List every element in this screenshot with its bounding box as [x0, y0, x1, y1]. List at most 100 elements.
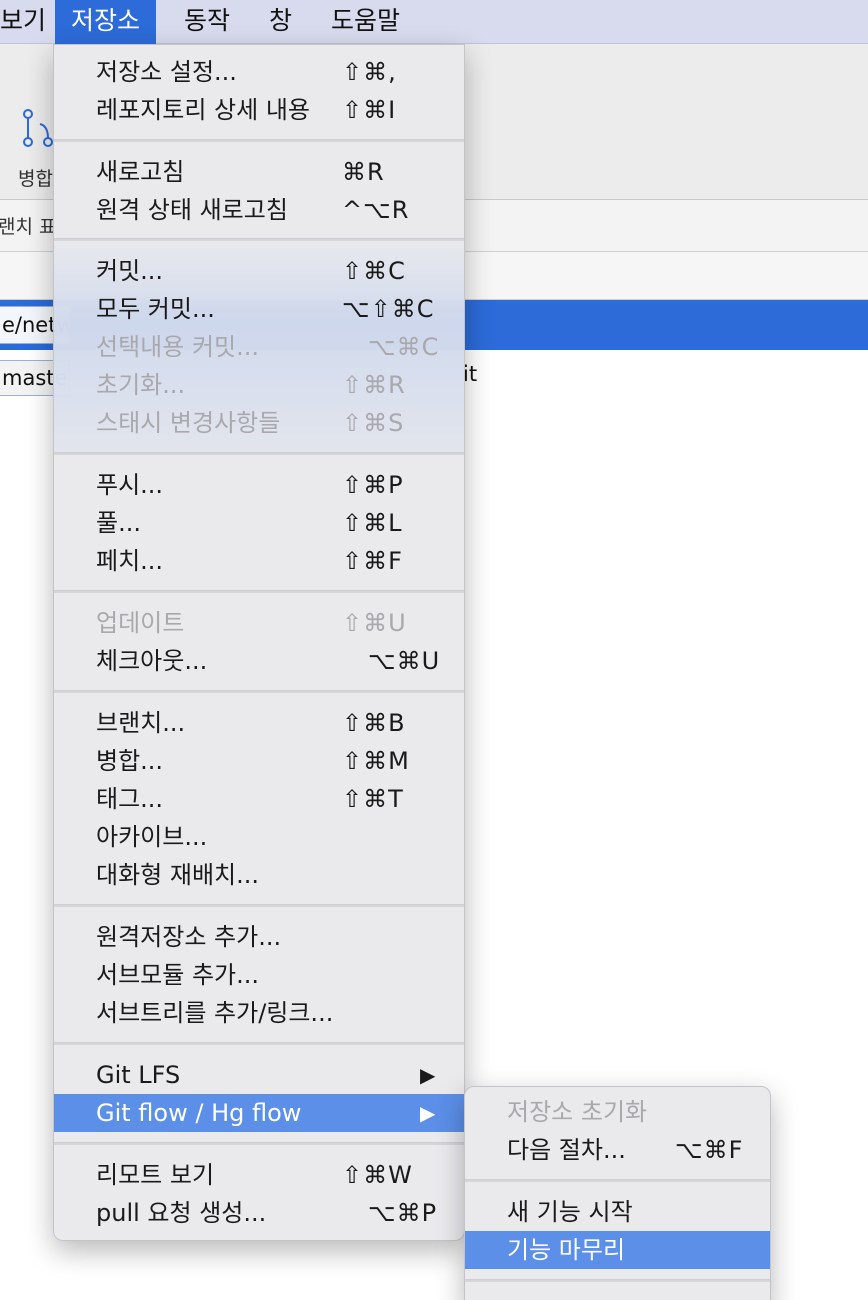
menu-item-label: 리모트 보기 [96, 1161, 215, 1189]
menu-item-shortcut: ⌥⌘U [368, 647, 441, 675]
menu-item-label: Git LFS [96, 1061, 181, 1089]
menu-item-fetch[interactable]: 페치... ⇧⌘F [54, 542, 464, 580]
menu-item-shortcut: ⇧⌘U [342, 609, 407, 637]
menu-item-shortcut: ^⌥R [342, 196, 410, 224]
menu-item-shortcut: ⇧⌘P [342, 471, 404, 499]
menu-item-shortcut: ⇧⌘B [342, 709, 406, 737]
menu-item-shortcut: ⇧⌘F [342, 547, 403, 575]
menu-item-label: 원격 상태 새로고침 [96, 196, 288, 224]
menu-item-add-remote[interactable]: 원격저장소 추가... [54, 918, 464, 956]
menu-item-shortcut: ⌥⌘F [675, 1136, 744, 1164]
menu-item-label: 대화형 재배치... [96, 861, 259, 889]
menu-item-label: 커밋... [96, 257, 164, 285]
menubar-repository[interactable]: 저장소 [55, 0, 157, 44]
menu-item-label: 아카이브... [96, 823, 208, 851]
menu-item-label: 업데이트 [96, 609, 185, 637]
menu-item-interactive-rebase[interactable]: 대화형 재배치... [54, 856, 464, 894]
menu-item-merge[interactable]: 병합... ⇧⌘M [54, 742, 464, 780]
menu-separator [465, 1279, 770, 1282]
menu-separator [54, 904, 464, 907]
menu-item-label: 초기화... [96, 371, 186, 399]
menu-item-label: 스태시 변경사항들 [96, 409, 281, 437]
menu-item-shortcut: ⇧⌘T [342, 785, 404, 813]
submenu-item-start-feature[interactable]: 새 기능 시작 [465, 1193, 770, 1231]
menu-item-create-pull-request[interactable]: pull 요청 생성... ⌥⌘P [54, 1194, 464, 1232]
submenu-arrow-icon: ▶ [420, 1101, 436, 1125]
menu-separator [54, 590, 464, 593]
menu-separator [54, 690, 464, 693]
submenu-item-next-step[interactable]: 다음 절차... ⌥⌘F [465, 1131, 770, 1169]
menu-item-git-flow[interactable]: Git flow / Hg flow ▶ [54, 1094, 464, 1132]
menu-item-label: 푸시... [96, 471, 164, 499]
menu-item-label: 다음 절차... [507, 1136, 626, 1164]
menu-separator [54, 452, 464, 455]
menu-item-label: 선택내용 커밋... [96, 333, 259, 361]
menu-item-add-subtree[interactable]: 서브트리를 추가/링크... [54, 994, 464, 1032]
submenu-item-finish-feature[interactable]: 기능 마무리 [465, 1231, 770, 1269]
menu-item-shortcut: ⌥⌘C [368, 333, 440, 361]
menu-separator [54, 1042, 464, 1045]
menu-item-commit[interactable]: 커밋... ⇧⌘C [54, 252, 464, 290]
commit-row-text: it [463, 362, 478, 386]
menu-item-label: 새로고침 [96, 158, 185, 186]
menu-item-commit-selected: 선택내용 커밋... ⌥⌘C [54, 328, 464, 366]
menu-item-shortcut: ⇧⌘I [342, 96, 397, 124]
menu-item-label: 풀... [96, 509, 141, 537]
menu-item-update: 업데이트 ⇧⌘U [54, 604, 464, 642]
menu-item-repository-settings[interactable]: 저장소 설정... ⇧⌘, [54, 53, 464, 91]
menu-item-label: 저장소 설정... [96, 58, 237, 86]
menu-item-stash: 스태시 변경사항들 ⇧⌘S [54, 404, 464, 442]
menu-separator [54, 1142, 464, 1145]
menu-item-shortcut: ⇧⌘C [342, 257, 406, 285]
menu-item-refresh-remote[interactable]: 원격 상태 새로고침 ^⌥R [54, 191, 464, 229]
submenu-arrow-icon: ▶ [420, 1063, 436, 1087]
merge-icon[interactable] [18, 62, 58, 156]
menu-item-git-lfs[interactable]: Git LFS ▶ [54, 1056, 464, 1094]
menu-item-checkout[interactable]: 체크아웃... ⌥⌘U [54, 642, 464, 680]
menu-item-label: 체크아웃... [96, 647, 208, 675]
menu-separator [54, 139, 464, 142]
merge-tool-label: 병합 [18, 168, 53, 190]
menu-item-shortcut: ⇧⌘W [342, 1161, 413, 1189]
submenu-item-init-repository: 저장소 초기화 [465, 1093, 770, 1131]
menu-item-show-remotes[interactable]: 리모트 보기 ⇧⌘W [54, 1156, 464, 1194]
menu-item-label: 병합... [96, 747, 164, 775]
menu-item-label: 태그... [96, 785, 164, 813]
menu-item-label: 서브트리를 추가/링크... [96, 999, 334, 1027]
menu-item-shortcut: ⌘R [342, 158, 385, 186]
menu-item-tag[interactable]: 태그... ⇧⌘T [54, 780, 464, 818]
menu-item-pull[interactable]: 풀... ⇧⌘L [54, 504, 464, 542]
menu-item-label: Git flow / Hg flow [96, 1099, 302, 1127]
menubar: 보기 저장소 동작 창 도움말 [0, 0, 868, 44]
repository-menu: 저장소 설정... ⇧⌘, 레포지토리 상세 내용 ⇧⌘I 새로고침 ⌘R 원격… [53, 44, 465, 1241]
menu-item-add-submodule[interactable]: 서브모듈 추가... [54, 956, 464, 994]
menu-separator [54, 238, 464, 241]
menu-separator [465, 1179, 770, 1182]
menu-item-refresh[interactable]: 새로고침 ⌘R [54, 153, 464, 191]
branch-tab-label[interactable]: 랜치 표 [0, 212, 56, 239]
menu-item-label: 저장소 초기화 [507, 1098, 648, 1126]
menubar-view[interactable]: 보기 [0, 0, 62, 44]
menu-item-repository-details[interactable]: 레포지토리 상세 내용 ⇧⌘I [54, 91, 464, 129]
menu-item-branch[interactable]: 브랜치... ⇧⌘B [54, 704, 464, 742]
menu-item-label: 새 기능 시작 [507, 1198, 633, 1226]
menu-item-shortcut: ⌥⇧⌘C [342, 295, 435, 323]
menu-item-push[interactable]: 푸시... ⇧⌘P [54, 466, 464, 504]
menu-item-label: pull 요청 생성... [96, 1199, 267, 1227]
menu-item-shortcut: ⇧⌘M [342, 747, 410, 775]
menu-item-shortcut: ⇧⌘R [342, 371, 406, 399]
menubar-actions[interactable]: 동작 [168, 0, 246, 44]
menu-item-label: 원격저장소 추가... [96, 923, 282, 951]
menu-item-shortcut: ⇧⌘S [342, 409, 405, 437]
menubar-help[interactable]: 도움말 [315, 0, 416, 44]
menu-item-label: 브랜치... [96, 709, 186, 737]
menubar-window[interactable]: 창 [253, 0, 308, 44]
menu-item-commit-all[interactable]: 모두 커밋... ⌥⇧⌘C [54, 290, 464, 328]
menu-item-shortcut: ⌥⌘P [368, 1199, 438, 1227]
menu-item-reset: 초기화... ⇧⌘R [54, 366, 464, 404]
git-flow-submenu: 저장소 초기화 다음 절차... ⌥⌘F 새 기능 시작 기능 마무리 [464, 1086, 771, 1300]
menu-item-shortcut: ⇧⌘L [342, 509, 403, 537]
menu-item-label: 서브모듈 추가... [96, 961, 259, 989]
menu-item-shortcut: ⇧⌘, [342, 58, 397, 86]
menu-item-archive[interactable]: 아카이브... [54, 818, 464, 856]
